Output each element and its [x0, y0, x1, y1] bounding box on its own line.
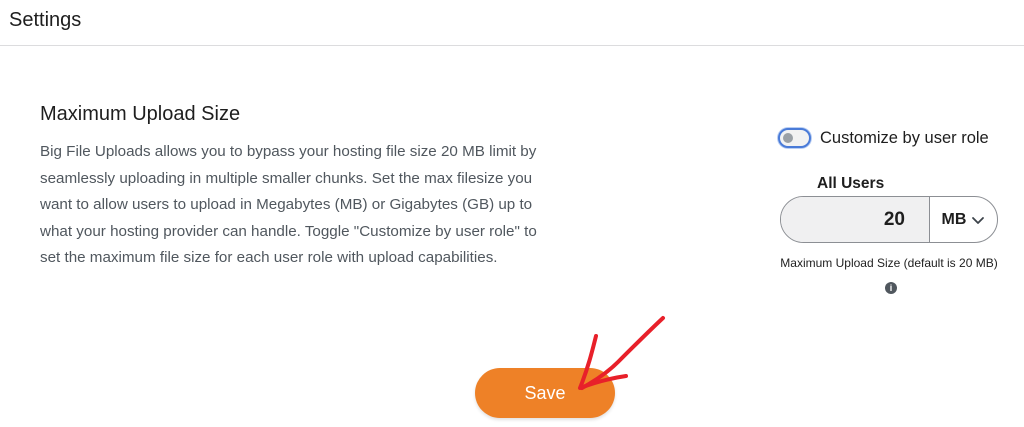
customize-role-label[interactable]: Customize by user role [820, 129, 989, 148]
upload-size-control: MB [780, 196, 998, 243]
customize-role-toggle[interactable] [778, 128, 811, 148]
upload-size-help-text: Maximum Upload Size (default is 20 MB) [780, 256, 998, 270]
chevron-down-icon [972, 216, 985, 224]
unit-select-value: MB [941, 210, 967, 228]
all-users-label: All Users [817, 175, 885, 192]
toggle-knob [783, 133, 793, 143]
upload-size-input[interactable] [781, 197, 930, 242]
page-title: Settings [9, 9, 82, 31]
unit-select[interactable]: MB [930, 197, 997, 242]
upload-size-help: Maximum Upload Size (default is 20 MB) i [780, 251, 998, 301]
customize-role-toggle-row: Customize by user role [778, 128, 989, 148]
info-icon[interactable]: i [885, 281, 897, 294]
save-button[interactable]: Save [475, 368, 615, 418]
section-title: Maximum Upload Size [40, 103, 241, 125]
section-description: Big File Uploads allows you to bypass yo… [40, 143, 537, 267]
page-header: Settings [0, 0, 1024, 46]
settings-page: Settings Maximum Upload Size Big File Up… [0, 0, 1024, 427]
